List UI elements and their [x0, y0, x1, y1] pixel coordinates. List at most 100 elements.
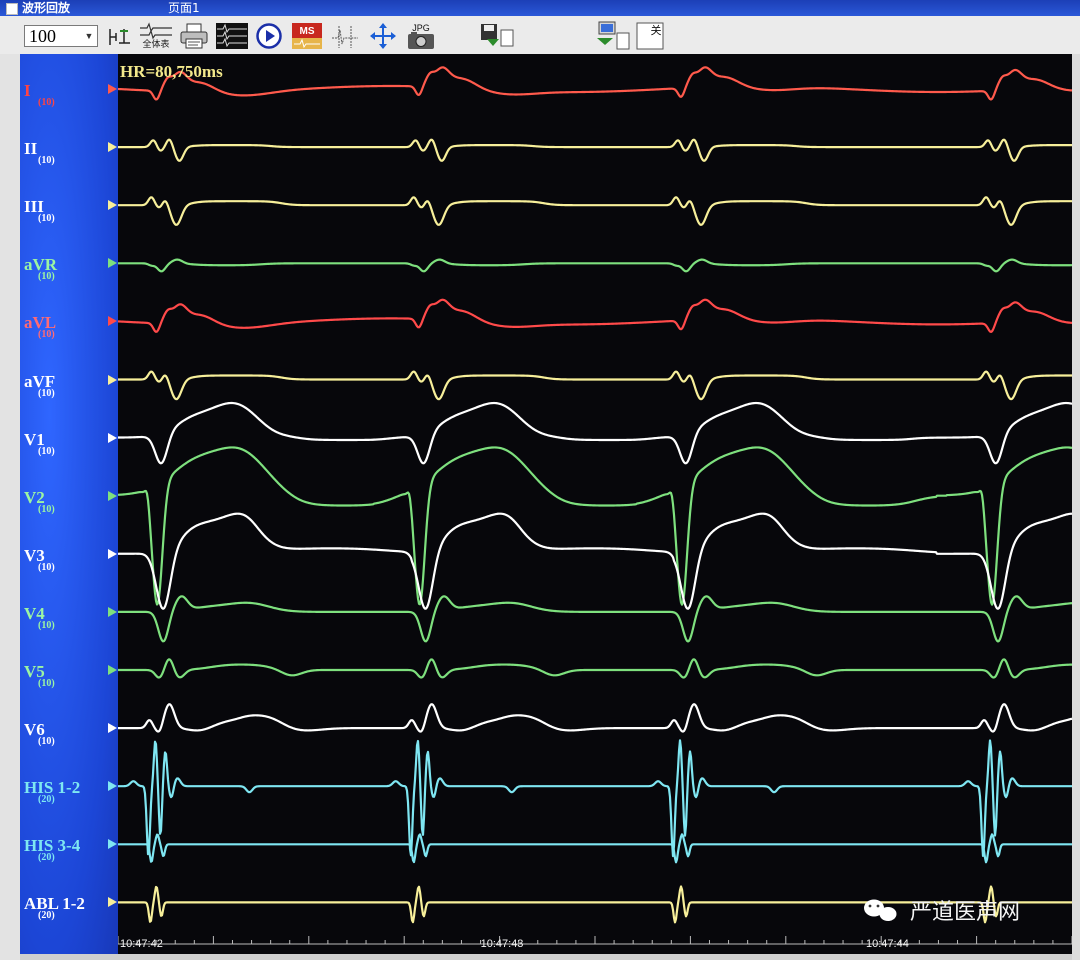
lead-gain: (10)	[38, 155, 55, 167]
lead-trace	[118, 196, 1072, 226]
lead-gain: (10)	[38, 619, 55, 631]
window-left-border	[0, 54, 20, 960]
chevron-down-icon[interactable]: ▼	[83, 29, 95, 43]
save-button[interactable]	[478, 22, 518, 50]
measure-label: MS	[300, 26, 315, 37]
lead-label[interactable]: HIS 3-4 (20)	[24, 837, 80, 863]
lead-baseline-marker	[108, 723, 117, 734]
time-label: 10:47:44	[866, 938, 909, 950]
heart-rate-readout: HR=80,750ms	[120, 62, 223, 81]
zoom-value: 100	[29, 26, 56, 46]
time-label: 10:47:43	[481, 938, 524, 950]
lead-baseline-marker	[108, 142, 117, 153]
lead-gain: (10)	[38, 213, 55, 225]
lead-trace	[118, 258, 1072, 273]
ms-measure-icon: MS	[292, 23, 322, 49]
lead-label[interactable]: V6 (10)	[24, 721, 55, 747]
lead-trace	[118, 401, 1072, 465]
window-title-bar: 波形回放 页面1	[0, 0, 1080, 16]
move-button[interactable]	[368, 22, 398, 50]
ecg-waveform-canvas[interactable]: HR=80,750ms 10:47:42 10:47:43 10:47:44 严道医声网	[118, 54, 1072, 954]
lead-trace	[118, 66, 1072, 101]
lead-trace	[118, 833, 1072, 864]
lead-label[interactable]: ABL 1-2 (20)	[24, 895, 85, 921]
marker-button[interactable]	[328, 22, 362, 50]
lead-name: II	[24, 139, 38, 159]
layout-button[interactable]	[214, 22, 250, 50]
lead-trace	[118, 658, 1072, 679]
lead-label[interactable]: V3 (10)	[24, 547, 55, 573]
lead-trace	[118, 739, 1072, 858]
jpg-label: JPG	[412, 23, 430, 33]
lead-baseline-marker	[108, 665, 117, 675]
lead-label[interactable]: V1 (10)	[24, 431, 55, 457]
lead-label[interactable]: I (10)	[24, 81, 55, 108]
watermark-text: 严道医声网	[910, 900, 1020, 925]
lead-label[interactable]: V5 (10)	[24, 663, 55, 689]
measure-button[interactable]: MS	[290, 22, 324, 50]
lead-baseline-marker	[108, 432, 117, 443]
computer-icon	[597, 21, 630, 50]
caliper-icon	[109, 29, 130, 45]
marker-icon	[332, 26, 358, 48]
window-right-border	[1072, 54, 1080, 960]
page-label: 页面1	[168, 1, 200, 15]
lead-label[interactable]: V2 (10)	[24, 489, 55, 515]
lead-trace	[118, 595, 1072, 643]
all-leads-label: 全体表	[142, 40, 170, 50]
lead-label[interactable]: aVR (10)	[24, 256, 57, 282]
lead-gain: (10)	[38, 561, 55, 573]
lead-gain: (10)	[38, 387, 55, 399]
lead-baseline-marker	[108, 258, 117, 269]
lead-gain: (10)	[38, 97, 55, 108]
waveform-icon	[140, 22, 172, 40]
close-icon: 关	[636, 22, 664, 50]
window-title: 波形回放	[22, 1, 71, 15]
lead-trace	[118, 138, 1072, 162]
lead-baseline-marker	[108, 84, 117, 94]
lead-gain: (10)	[38, 678, 55, 689]
toolbar: 100 ▼ 全体表 MS JPG 关	[0, 16, 1080, 55]
lead-gain: (10)	[38, 736, 55, 748]
lead-gain: (20)	[38, 852, 55, 864]
lead-label[interactable]: III (10)	[24, 198, 55, 224]
waveform-display[interactable]: HR=80,750ms 10:47:42 10:47:43 10:47:44 严道医声网	[118, 54, 1072, 954]
printer-icon	[180, 23, 208, 49]
lead-label[interactable]: HIS 1-2 (20)	[24, 779, 80, 805]
lead-baseline-marker	[108, 490, 117, 501]
lead-name: I	[24, 81, 31, 100]
zoom-select[interactable]: 100 ▼	[24, 25, 98, 47]
lead-label[interactable]: aVL (10)	[24, 314, 56, 340]
lead-baseline-marker	[108, 374, 117, 385]
play-icon	[256, 23, 282, 49]
time-label: 10:47:42	[120, 938, 163, 950]
save-icon	[481, 24, 514, 47]
grid-icon	[216, 23, 248, 49]
window-menu-icon[interactable]	[6, 3, 18, 15]
lead-baseline-marker	[108, 781, 117, 792]
print-button[interactable]	[178, 22, 210, 50]
lead-label[interactable]: II (10)	[24, 139, 55, 166]
play-button[interactable]	[254, 22, 284, 50]
lead-label[interactable]: aVF (10)	[24, 373, 55, 399]
lead-label[interactable]: V4 (10)	[24, 605, 55, 631]
lead-gain: (20)	[38, 794, 55, 806]
move-arrows-icon	[370, 23, 396, 49]
lead-baseline-marker	[108, 606, 117, 617]
lead-trace	[118, 446, 1072, 606]
export-button[interactable]	[592, 21, 632, 50]
lead-trace	[118, 703, 1072, 733]
lead-trace	[118, 370, 1072, 401]
close-label: 关	[651, 23, 662, 37]
lead-gain: (20)	[38, 910, 55, 922]
all-leads-button[interactable]: 全体表	[138, 22, 174, 50]
lead-baseline-marker	[108, 200, 117, 211]
lead-trace	[118, 298, 1072, 333]
close-button[interactable]: 关	[634, 22, 666, 50]
lead-label-panel: I (10) II (10) III (10) aVR (10) aVL (10) aVF (10) V…	[20, 54, 118, 954]
camera-icon: JPG	[408, 23, 434, 49]
caliper-button[interactable]	[106, 22, 134, 50]
lead-gain: (10)	[38, 329, 55, 341]
lead-gain: (10)	[38, 271, 55, 283]
jpg-button[interactable]: JPG	[404, 22, 438, 50]
